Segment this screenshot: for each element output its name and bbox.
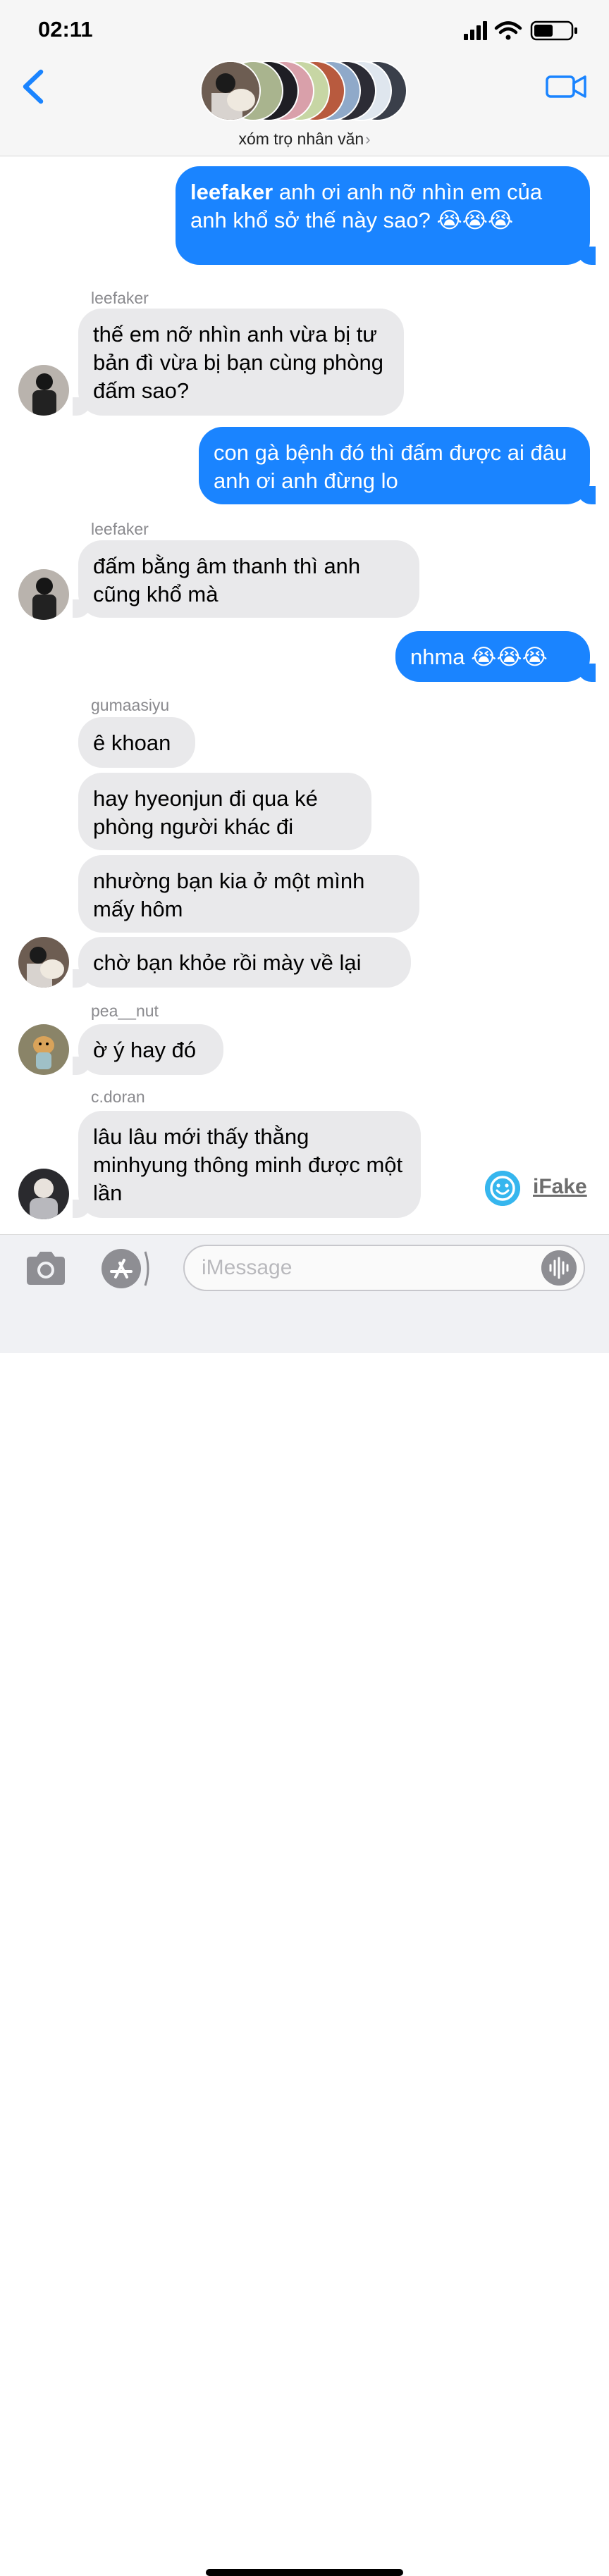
- contact-avatar: [18, 365, 69, 416]
- signal-icon: [464, 21, 487, 40]
- message-text: ờ ý hay đó: [93, 1038, 197, 1062]
- message-list[interactable]: leefaker anh ơi anh nỡ nhìn em của anh k…: [0, 156, 609, 1233]
- message-text: hay hyeonjun đi qua ké phòng người khác …: [93, 786, 318, 839]
- incoming-message-bubble[interactable]: thế em nỡ nhìn anh vừa bị tư bản đì vừa …: [73, 309, 404, 416]
- home-indicator[interactable]: [206, 2569, 403, 2576]
- sender-name: leefaker: [91, 520, 149, 538]
- person-with-dog-photo: [202, 62, 259, 120]
- message-text: ê khoan: [93, 730, 171, 755]
- app-store-icon[interactable]: [100, 1247, 152, 1290]
- watermark-label: iFake: [533, 1175, 587, 1198]
- group-name[interactable]: xóm trọ nhân văn›: [0, 130, 609, 149]
- mention: leefaker: [190, 180, 273, 204]
- contact-avatar: [18, 1024, 69, 1075]
- status-icons: [464, 20, 577, 41]
- battery-icon: [530, 20, 577, 41]
- message-text: chờ bạn khỏe rồi mày về lại: [93, 950, 362, 975]
- message-text: con gà bệnh đó thì đấm được ai đâu anh ơ…: [214, 440, 567, 493]
- ifake-watermark: iFake: [485, 1169, 591, 1207]
- sender-name: pea__nut: [91, 1002, 159, 1020]
- incoming-message-bubble[interactable]: ê khoan: [78, 717, 195, 768]
- outgoing-message-bubble[interactable]: nhma 😭😭😭: [395, 631, 596, 682]
- incoming-message-bubble[interactable]: nhường bạn kia ở một mình mấy hôm: [78, 855, 419, 933]
- person-photo: [18, 1169, 69, 1219]
- audio-waveform-icon[interactable]: [541, 1250, 577, 1286]
- message-text: thế em nỡ nhìn anh vừa bị tư bản đì vừa …: [93, 322, 384, 403]
- person-with-dog-photo: [18, 937, 69, 988]
- contact-avatar: [18, 569, 69, 620]
- group-name-label: xóm trọ nhân văn: [238, 130, 364, 148]
- contact-avatar: [18, 1169, 69, 1219]
- wifi-icon: [494, 21, 522, 40]
- group-avatar-stack[interactable]: [200, 61, 412, 124]
- person-photo: [18, 365, 69, 416]
- status-bar: 02:11: [0, 0, 609, 56]
- back-chevron-icon[interactable]: [18, 66, 49, 107]
- message-text: nhường bạn kia ở một mình mấy hôm: [93, 869, 365, 921]
- cartoon-dog-avatar: [18, 1024, 69, 1075]
- smiley-icon: [485, 1171, 520, 1206]
- incoming-message-bubble[interactable]: đấm bằng âm thanh thì anh cũng khổ mà: [73, 540, 419, 618]
- incoming-message-bubble[interactable]: hay hyeonjun đi qua ké phòng người khác …: [78, 773, 371, 850]
- sender-name: leefaker: [91, 289, 149, 307]
- incoming-message-bubble[interactable]: ờ ý hay đó: [73, 1024, 223, 1075]
- outgoing-message-bubble[interactable]: con gà bệnh đó thì đấm được ai đâu anh ơ…: [199, 427, 596, 504]
- person-photo: [18, 569, 69, 620]
- clock: 02:11: [38, 17, 93, 42]
- compose-bar: [0, 1234, 609, 2576]
- incoming-message-bubble[interactable]: lâu lâu mới thấy thằng minhyung thông mi…: [73, 1111, 421, 1218]
- conversation-header: xóm trọ nhân văn›: [0, 56, 609, 156]
- chevron-right-icon: ›: [365, 130, 371, 148]
- sender-name: c.doran: [91, 1088, 145, 1106]
- member-avatar: [200, 61, 261, 121]
- message-text: đấm bằng âm thanh thì anh cũng khổ mà: [93, 554, 361, 606]
- outgoing-message-bubble[interactable]: leefaker anh ơi anh nỡ nhìn em của anh k…: [176, 166, 596, 265]
- incoming-message-bubble[interactable]: chờ bạn khỏe rồi mày về lại: [73, 937, 411, 988]
- imessage-input[interactable]: [183, 1245, 585, 1291]
- camera-icon[interactable]: [23, 1249, 69, 1288]
- message-text: nhma 😭😭😭: [410, 645, 548, 669]
- contact-avatar: [18, 937, 69, 988]
- video-call-icon[interactable]: [546, 66, 588, 106]
- sender-name: gumaasiyu: [91, 696, 170, 714]
- message-text: lâu lâu mới thấy thằng minhyung thông mi…: [93, 1124, 403, 1205]
